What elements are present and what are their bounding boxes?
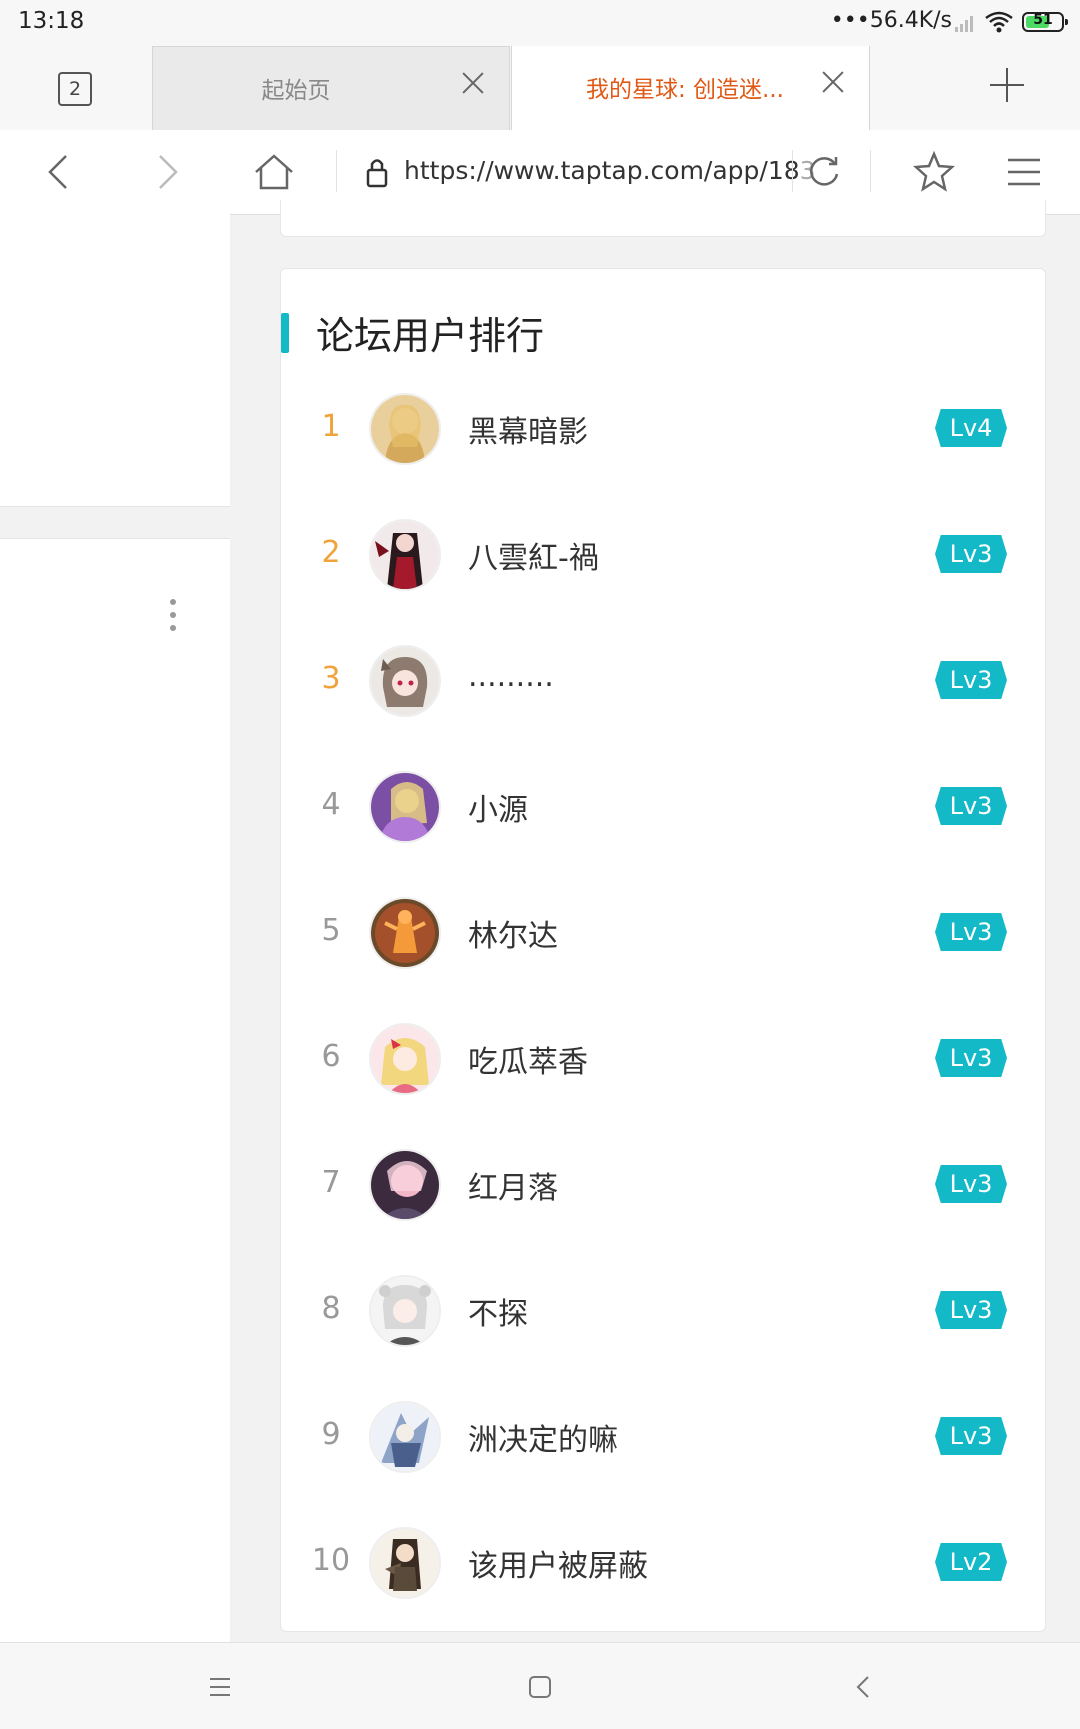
tab-active[interactable]: 我的星球: 创造迷...: [511, 46, 870, 130]
rank-number: 10: [311, 1543, 351, 1578]
username[interactable]: 洲决定的嘛: [468, 1415, 618, 1459]
avatar[interactable]: [369, 645, 441, 717]
forum-user-ranking-card: 论坛用户排行 1 黑幕暗影 Lv4 2 八雲紅-禍 Lv3 3 ........…: [280, 268, 1046, 1632]
signal-icon: [955, 16, 973, 32]
rank-number: 4: [321, 787, 341, 822]
username[interactable]: 八雲紅-禍: [468, 533, 599, 577]
rank-number: 8: [321, 1291, 341, 1326]
avatar[interactable]: [369, 519, 441, 591]
avatar[interactable]: [369, 897, 441, 969]
more-options-icon[interactable]: [170, 599, 178, 633]
recent-apps-icon[interactable]: [200, 1667, 240, 1707]
avatar[interactable]: [369, 1401, 441, 1473]
wifi-icon: [985, 11, 1013, 33]
level-badge: Lv3: [935, 913, 1007, 951]
username[interactable]: 林尔达: [468, 911, 558, 955]
close-icon[interactable]: [459, 69, 487, 97]
lock-icon: [366, 159, 388, 188]
url-text: https://www.taptap.com/app/18: [404, 156, 800, 185]
level-badge: Lv3: [935, 1291, 1007, 1329]
ranking-row[interactable]: 6 吃瓜萃香 Lv3: [281, 1009, 1045, 1109]
avatar[interactable]: [369, 771, 441, 843]
level-badge: Lv4: [935, 409, 1007, 447]
status-time: 13:18: [18, 8, 85, 34]
tab-title: 起始页: [261, 78, 331, 104]
left-panel-card: [0, 214, 230, 507]
rank-number: 2: [321, 535, 341, 570]
avatar[interactable]: [369, 1275, 441, 1347]
tab-start-page[interactable]: 起始页: [152, 46, 510, 130]
level-badge: Lv3: [935, 1039, 1007, 1077]
home-button-icon[interactable]: [520, 1667, 560, 1707]
toolbar-divider: [870, 150, 871, 192]
ranking-row[interactable]: 3 ......... Lv3: [281, 631, 1045, 731]
username[interactable]: 该用户被屏蔽: [468, 1541, 648, 1585]
ranking-row[interactable]: 10 该用户被屏蔽 Lv2: [281, 1513, 1045, 1613]
username[interactable]: .........: [468, 659, 554, 694]
tab-title: 我的星球: 创造迷...: [586, 77, 784, 103]
toolbar-divider: [336, 150, 337, 192]
level-badge: Lv3: [935, 661, 1007, 699]
avatar[interactable]: [369, 1149, 441, 1221]
rank-number: 5: [321, 913, 341, 948]
ranking-title: 论坛用户排行: [316, 314, 545, 358]
rank-number: 7: [321, 1165, 341, 1200]
level-badge: Lv3: [935, 1165, 1007, 1203]
refresh-icon[interactable]: [802, 150, 846, 194]
tab-bar: 2 起始页 我的星球: 创造迷...: [0, 46, 1080, 131]
level-badge: Lv2: [935, 1543, 1007, 1581]
new-tab-button[interactable]: [990, 68, 1024, 102]
avatar[interactable]: [369, 1527, 441, 1599]
menu-icon[interactable]: [1002, 150, 1046, 194]
ranking-row[interactable]: 1 黑幕暗影 Lv4: [281, 379, 1045, 479]
network-speed: •••56.4K/s: [830, 8, 952, 33]
rank-number: 1: [321, 409, 341, 444]
star-icon[interactable]: [912, 150, 956, 194]
close-icon[interactable]: [819, 68, 847, 96]
left-panel-card: [0, 538, 230, 1649]
rank-number: 9: [321, 1417, 341, 1452]
url-field[interactable]: https://www.taptap.com/app/183: [404, 156, 816, 185]
level-badge: Lv3: [935, 787, 1007, 825]
ranking-row[interactable]: 8 不探 Lv3: [281, 1261, 1045, 1361]
back-icon[interactable]: [38, 150, 82, 194]
ranking-row[interactable]: 9 洲决定的嘛 Lv3: [281, 1387, 1045, 1487]
forward-icon[interactable]: [144, 150, 188, 194]
ranking-row[interactable]: 2 八雲紅-禍 Lv3: [281, 505, 1045, 605]
level-badge: Lv3: [935, 1417, 1007, 1455]
username[interactable]: 小源: [468, 785, 528, 829]
avatar[interactable]: [369, 1023, 441, 1095]
home-icon[interactable]: [252, 150, 296, 194]
ranking-row[interactable]: 7 红月落 Lv3: [281, 1135, 1045, 1235]
tab-count-button[interactable]: 2: [58, 72, 92, 106]
rank-number: 6: [321, 1039, 341, 1074]
title-accent-bar: [281, 313, 289, 353]
username[interactable]: 不探: [468, 1289, 528, 1333]
avatar[interactable]: [369, 393, 441, 465]
system-back-icon[interactable]: [844, 1667, 884, 1707]
system-navigation-bar: [0, 1642, 1080, 1729]
previous-card: [280, 200, 1046, 237]
level-badge: Lv3: [935, 535, 1007, 573]
username[interactable]: 红月落: [468, 1163, 558, 1207]
username[interactable]: 吃瓜萃香: [468, 1037, 588, 1081]
username[interactable]: 黑幕暗影: [468, 407, 588, 451]
ranking-row[interactable]: 4 小源 Lv3: [281, 757, 1045, 857]
toolbar-divider: [792, 150, 793, 192]
ranking-row[interactable]: 5 林尔达 Lv3: [281, 883, 1045, 983]
rank-number: 3: [321, 661, 341, 696]
status-bar: 13:18 •••56.4K/s 51: [0, 0, 1080, 46]
battery-level: 51: [1033, 12, 1053, 28]
battery-icon: 51: [1022, 12, 1068, 32]
